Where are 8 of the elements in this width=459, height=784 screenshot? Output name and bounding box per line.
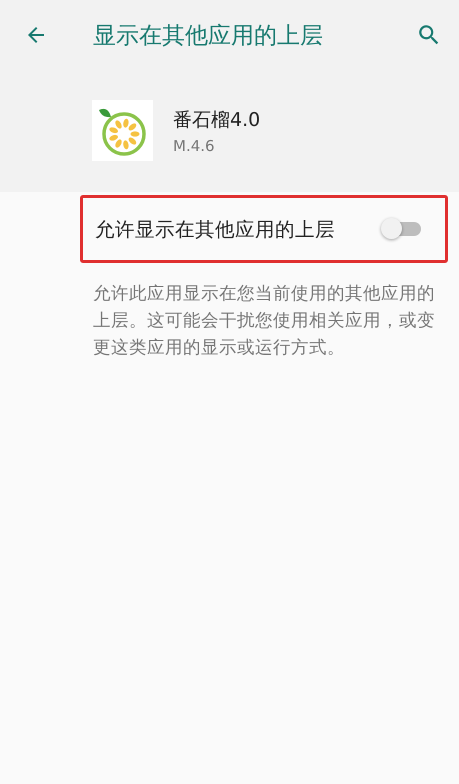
setting-row[interactable]: 允许显示在其他应用的上层 [80, 195, 448, 263]
app-icon [92, 100, 153, 161]
screen-title: 显示在其他应用的上层 [93, 22, 324, 50]
setting-label: 允许显示在其他应用的上层 [95, 216, 335, 242]
app-name: 番石榴4.0 [173, 108, 260, 132]
toggle-switch[interactable] [381, 218, 423, 240]
app-version: M.4.6 [173, 136, 216, 154]
description-text: 允许此应用显示在您当前使用的其他应用的上层。这可能会干扰您使用相关应用，或变更这类应用的显示或运行方式。 [93, 283, 436, 360]
